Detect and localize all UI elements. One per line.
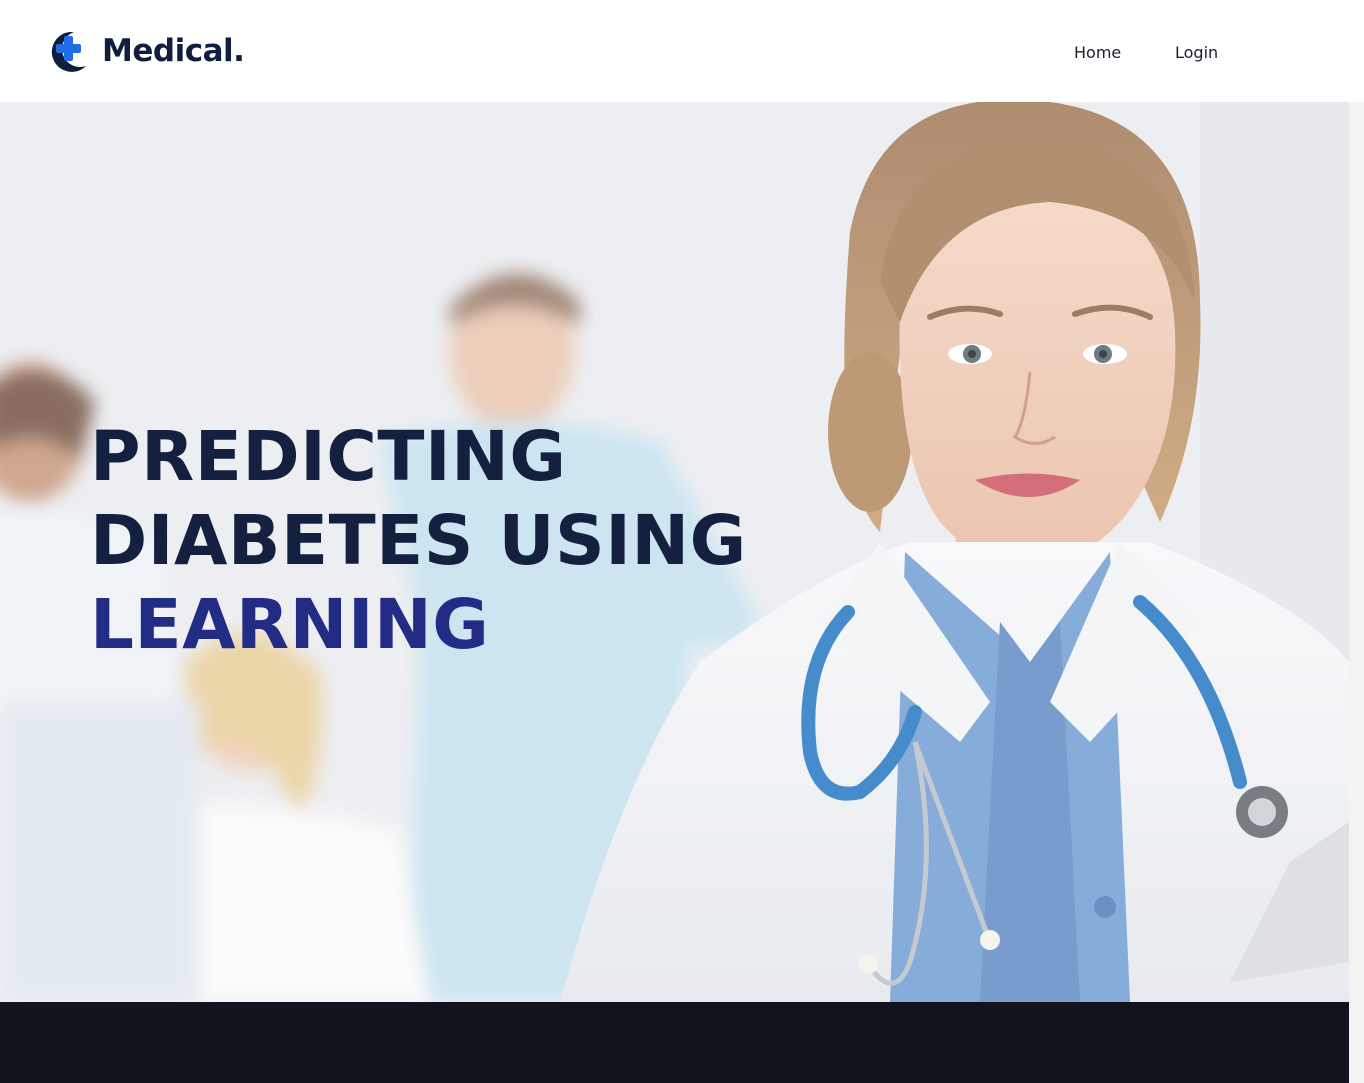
hero-title-line-3: LEARNING — [90, 585, 490, 665]
hero-title: PREDICTING DIABETES USING LEARNING — [90, 415, 747, 667]
nav-home-link[interactable]: Home — [1074, 38, 1121, 66]
medical-cross-icon — [51, 31, 86, 72]
hero-section: PREDICTING DIABETES USING LEARNING — [0, 102, 1349, 1002]
footer-bar — [0, 1002, 1349, 1083]
site-logo[interactable]: Medical. — [44, 27, 245, 75]
page-scrollbar[interactable] — [1349, 102, 1364, 1083]
hero-title-line-2: DIABETES USING — [90, 501, 747, 581]
logo-text: Medical. — [102, 33, 245, 69]
nav-login-link[interactable]: Login — [1175, 38, 1218, 66]
site-header: Medical. Home Login — [0, 0, 1364, 102]
hero-title-line-1: PREDICTING — [90, 417, 567, 497]
